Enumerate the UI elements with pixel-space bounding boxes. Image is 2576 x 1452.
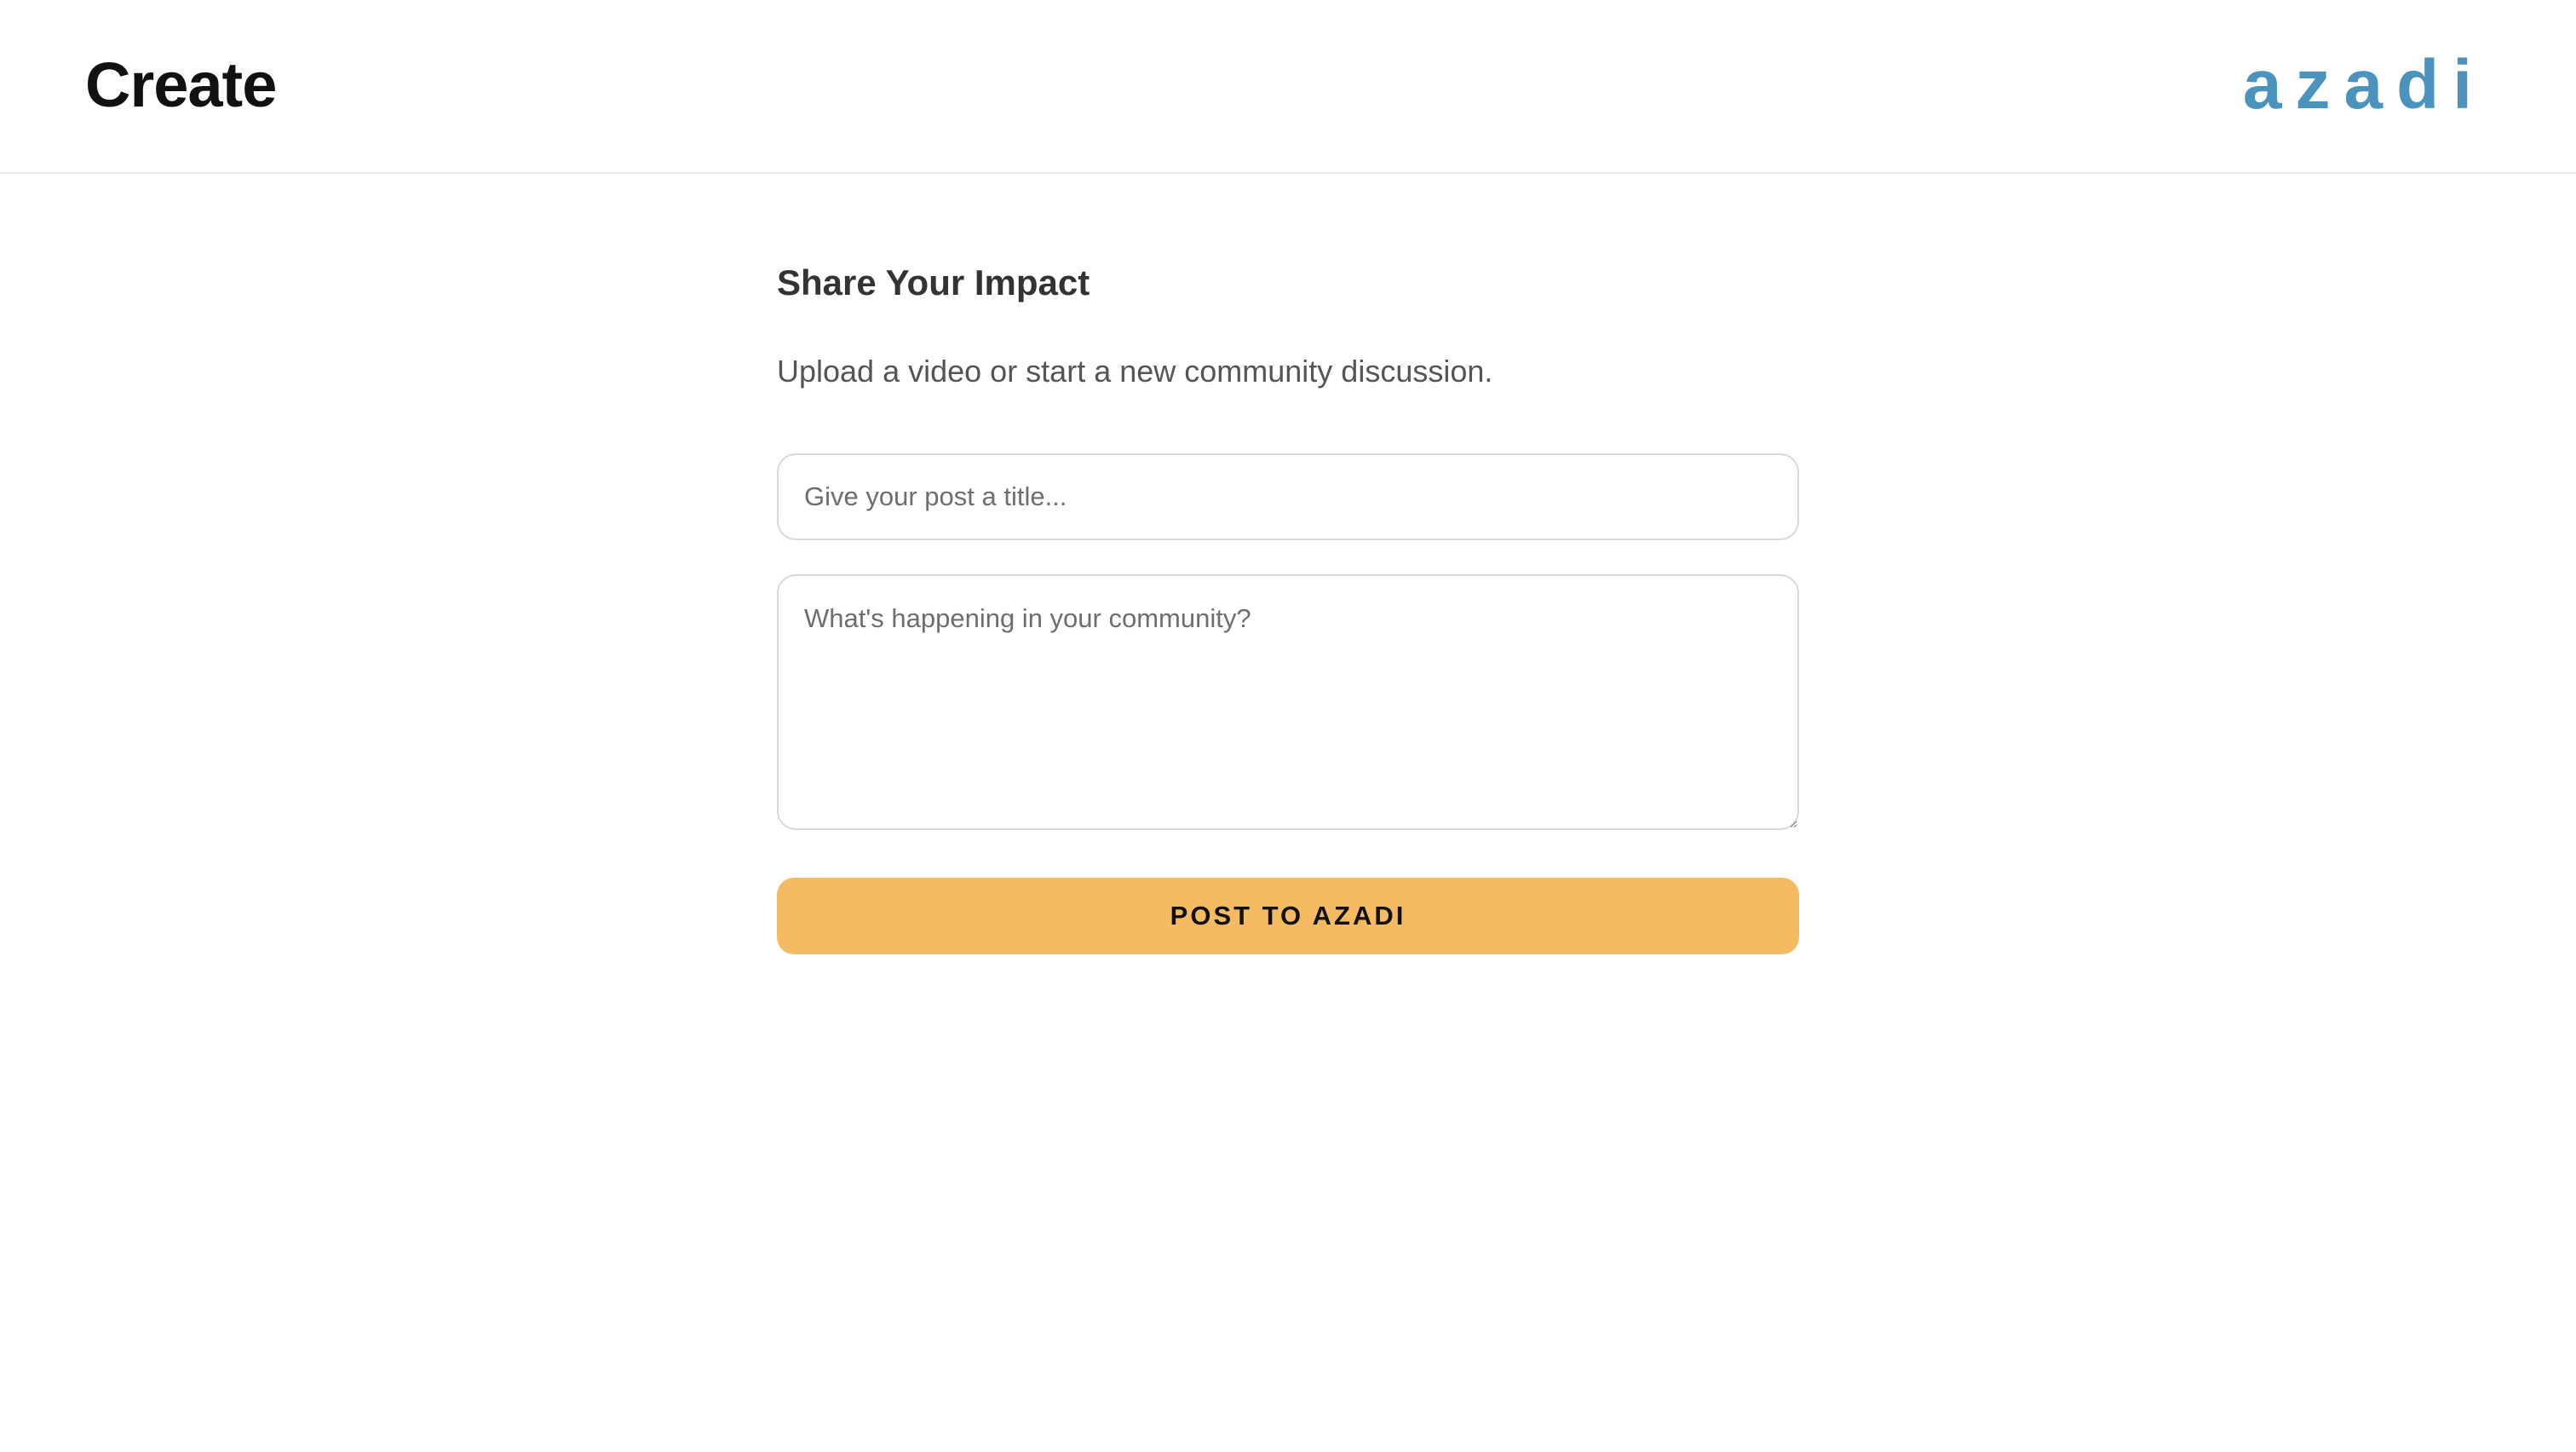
azadi-logo[interactable]: azadi [2243,44,2486,126]
section-heading: Share Your Impact [777,262,1090,302]
page-title: Create [85,49,277,120]
post-body-textarea[interactable] [777,574,1799,830]
create-post-panel: Share Your Impact Upload a video or star… [777,256,1799,954]
app-header: Create azadi [0,0,2576,174]
section-subtitle: Upload a video or start a new community … [777,354,1493,389]
post-to-azadi-button[interactable]: POST TO AZADI [777,878,1799,954]
post-title-input[interactable] [777,453,1799,540]
